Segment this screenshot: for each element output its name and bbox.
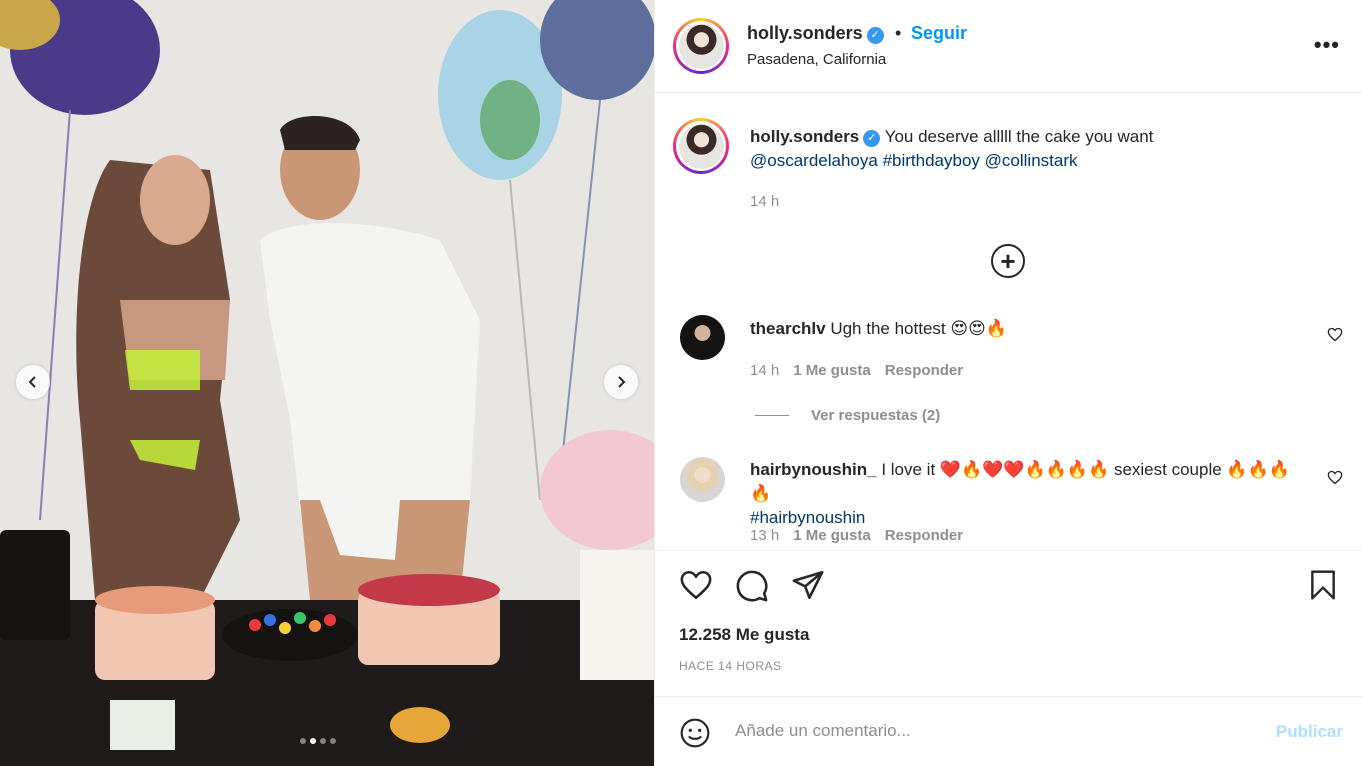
caption-timestamp[interactable]: 14 h — [750, 193, 779, 210]
comment-like-button[interactable] — [1327, 327, 1343, 347]
commenter-avatar[interactable] — [680, 315, 725, 360]
caption-mention-link[interactable]: @oscardelahoya — [750, 151, 878, 170]
carousel-dot-active — [310, 738, 316, 744]
heart-icon — [680, 570, 712, 600]
comment-input[interactable] — [735, 715, 1255, 747]
replies-divider — [755, 415, 789, 416]
more-options-icon: ••• — [1313, 32, 1340, 57]
comment-time[interactable]: 13 h — [750, 527, 779, 544]
post-photo — [0, 0, 654, 766]
caption-mention-link[interactable]: @collinstark — [985, 151, 1078, 170]
maraca — [390, 707, 450, 743]
commenter-avatar[interactable] — [680, 457, 725, 502]
caption-avatar[interactable] — [673, 118, 729, 174]
author-username[interactable]: holly.sonders ✓ — [747, 23, 884, 44]
comment-likes[interactable]: 1 Me gusta — [793, 362, 871, 379]
caption-hashtag-link[interactable]: #birthdayboy — [883, 151, 980, 170]
follow-button[interactable]: Seguir — [911, 23, 967, 44]
publish-button[interactable]: Publicar — [1276, 722, 1343, 742]
verified-badge-icon: ✓ — [863, 130, 881, 147]
post-header: holly.sonders ✓ • Seguir Pasadena, Califo… — [655, 0, 1362, 93]
smiley-icon — [680, 718, 710, 748]
comments-section: holly.sonders ✓ You deserve alllll the ca… — [655, 94, 1362, 550]
post-timestamp[interactable]: HACE 14 HORAS — [679, 659, 782, 673]
author-username-text[interactable]: holly.sonders — [747, 23, 863, 43]
chevron-right-icon — [618, 376, 626, 388]
heart-icon — [1327, 470, 1343, 485]
carousel-dot — [320, 738, 326, 744]
comment-text: thearchlv Ugh the hottest 😍😍🔥 — [750, 317, 1310, 341]
save-button[interactable] — [1309, 569, 1337, 606]
carousel-dot — [300, 738, 306, 744]
view-replies-label: Ver respuestas (2) — [811, 407, 941, 424]
post-actions: 12.258 Me gusta HACE 14 HORAS — [655, 550, 1362, 696]
gift — [110, 700, 175, 750]
header-bullet: • — [895, 23, 902, 43]
plus-circle-icon: + — [1000, 246, 1016, 276]
verified-badge-icon: ✓ — [866, 27, 884, 44]
handbag — [0, 530, 70, 640]
comment-likes[interactable]: 1 Me gusta — [793, 527, 871, 544]
comment-body: Ugh the hottest 😍😍🔥 — [830, 319, 1007, 338]
view-replies-button[interactable]: Ver respuestas (2) — [755, 407, 940, 424]
carousel-prev-button[interactable] — [16, 365, 50, 399]
caption-text: holly.sonders ✓ You deserve alllll the ca… — [750, 125, 1310, 173]
comment-button[interactable] — [735, 569, 769, 608]
comment-meta: 13 h 1 Me gusta Responder — [750, 527, 963, 544]
comment-icon — [736, 570, 768, 602]
comment-like-button[interactable] — [1327, 470, 1343, 490]
send-icon — [792, 570, 824, 600]
like-button[interactable] — [679, 569, 713, 606]
photo-scene — [0, 0, 654, 766]
post-side-panel: holly.sonders ✓ • Seguir Pasadena, Califo… — [654, 0, 1362, 766]
comment-composer: Publicar — [655, 696, 1362, 766]
more-options-button[interactable]: ••• — [1314, 32, 1340, 58]
heart-icon — [1327, 327, 1343, 342]
caption-username[interactable]: holly.sonders — [750, 127, 859, 146]
bookmark-icon — [1311, 570, 1335, 600]
carousel-dot — [330, 738, 336, 744]
emoji-button[interactable] — [679, 717, 711, 754]
candy-bowl — [222, 609, 358, 661]
post-location[interactable]: Pasadena, California — [747, 51, 886, 68]
caption-body: You deserve alllll the cake you want — [884, 127, 1154, 146]
comment-text: hairbynoushin_ I love it ❤️🔥❤️❤️🔥🔥🔥🔥 sex… — [750, 458, 1310, 530]
chevron-left-icon — [28, 376, 36, 388]
comment-reply-button[interactable]: Responder — [885, 362, 963, 379]
carousel-next-button[interactable] — [604, 365, 638, 399]
load-more-comments-button[interactable]: + — [991, 244, 1025, 278]
commenter-username[interactable]: hairbynoushin_ — [750, 460, 877, 479]
author-avatar[interactable] — [673, 18, 729, 74]
comment-reply-button[interactable]: Responder — [885, 527, 963, 544]
comment-meta: 14 h 1 Me gusta Responder — [750, 362, 963, 379]
share-button[interactable] — [791, 569, 825, 606]
carousel-dots — [300, 738, 336, 744]
likes-count[interactable]: 12.258 Me gusta — [679, 625, 809, 645]
commenter-username[interactable]: thearchlv — [750, 319, 826, 338]
comment-hashtag-link[interactable]: #hairbynoushin — [750, 508, 865, 527]
comment-time[interactable]: 14 h — [750, 362, 779, 379]
